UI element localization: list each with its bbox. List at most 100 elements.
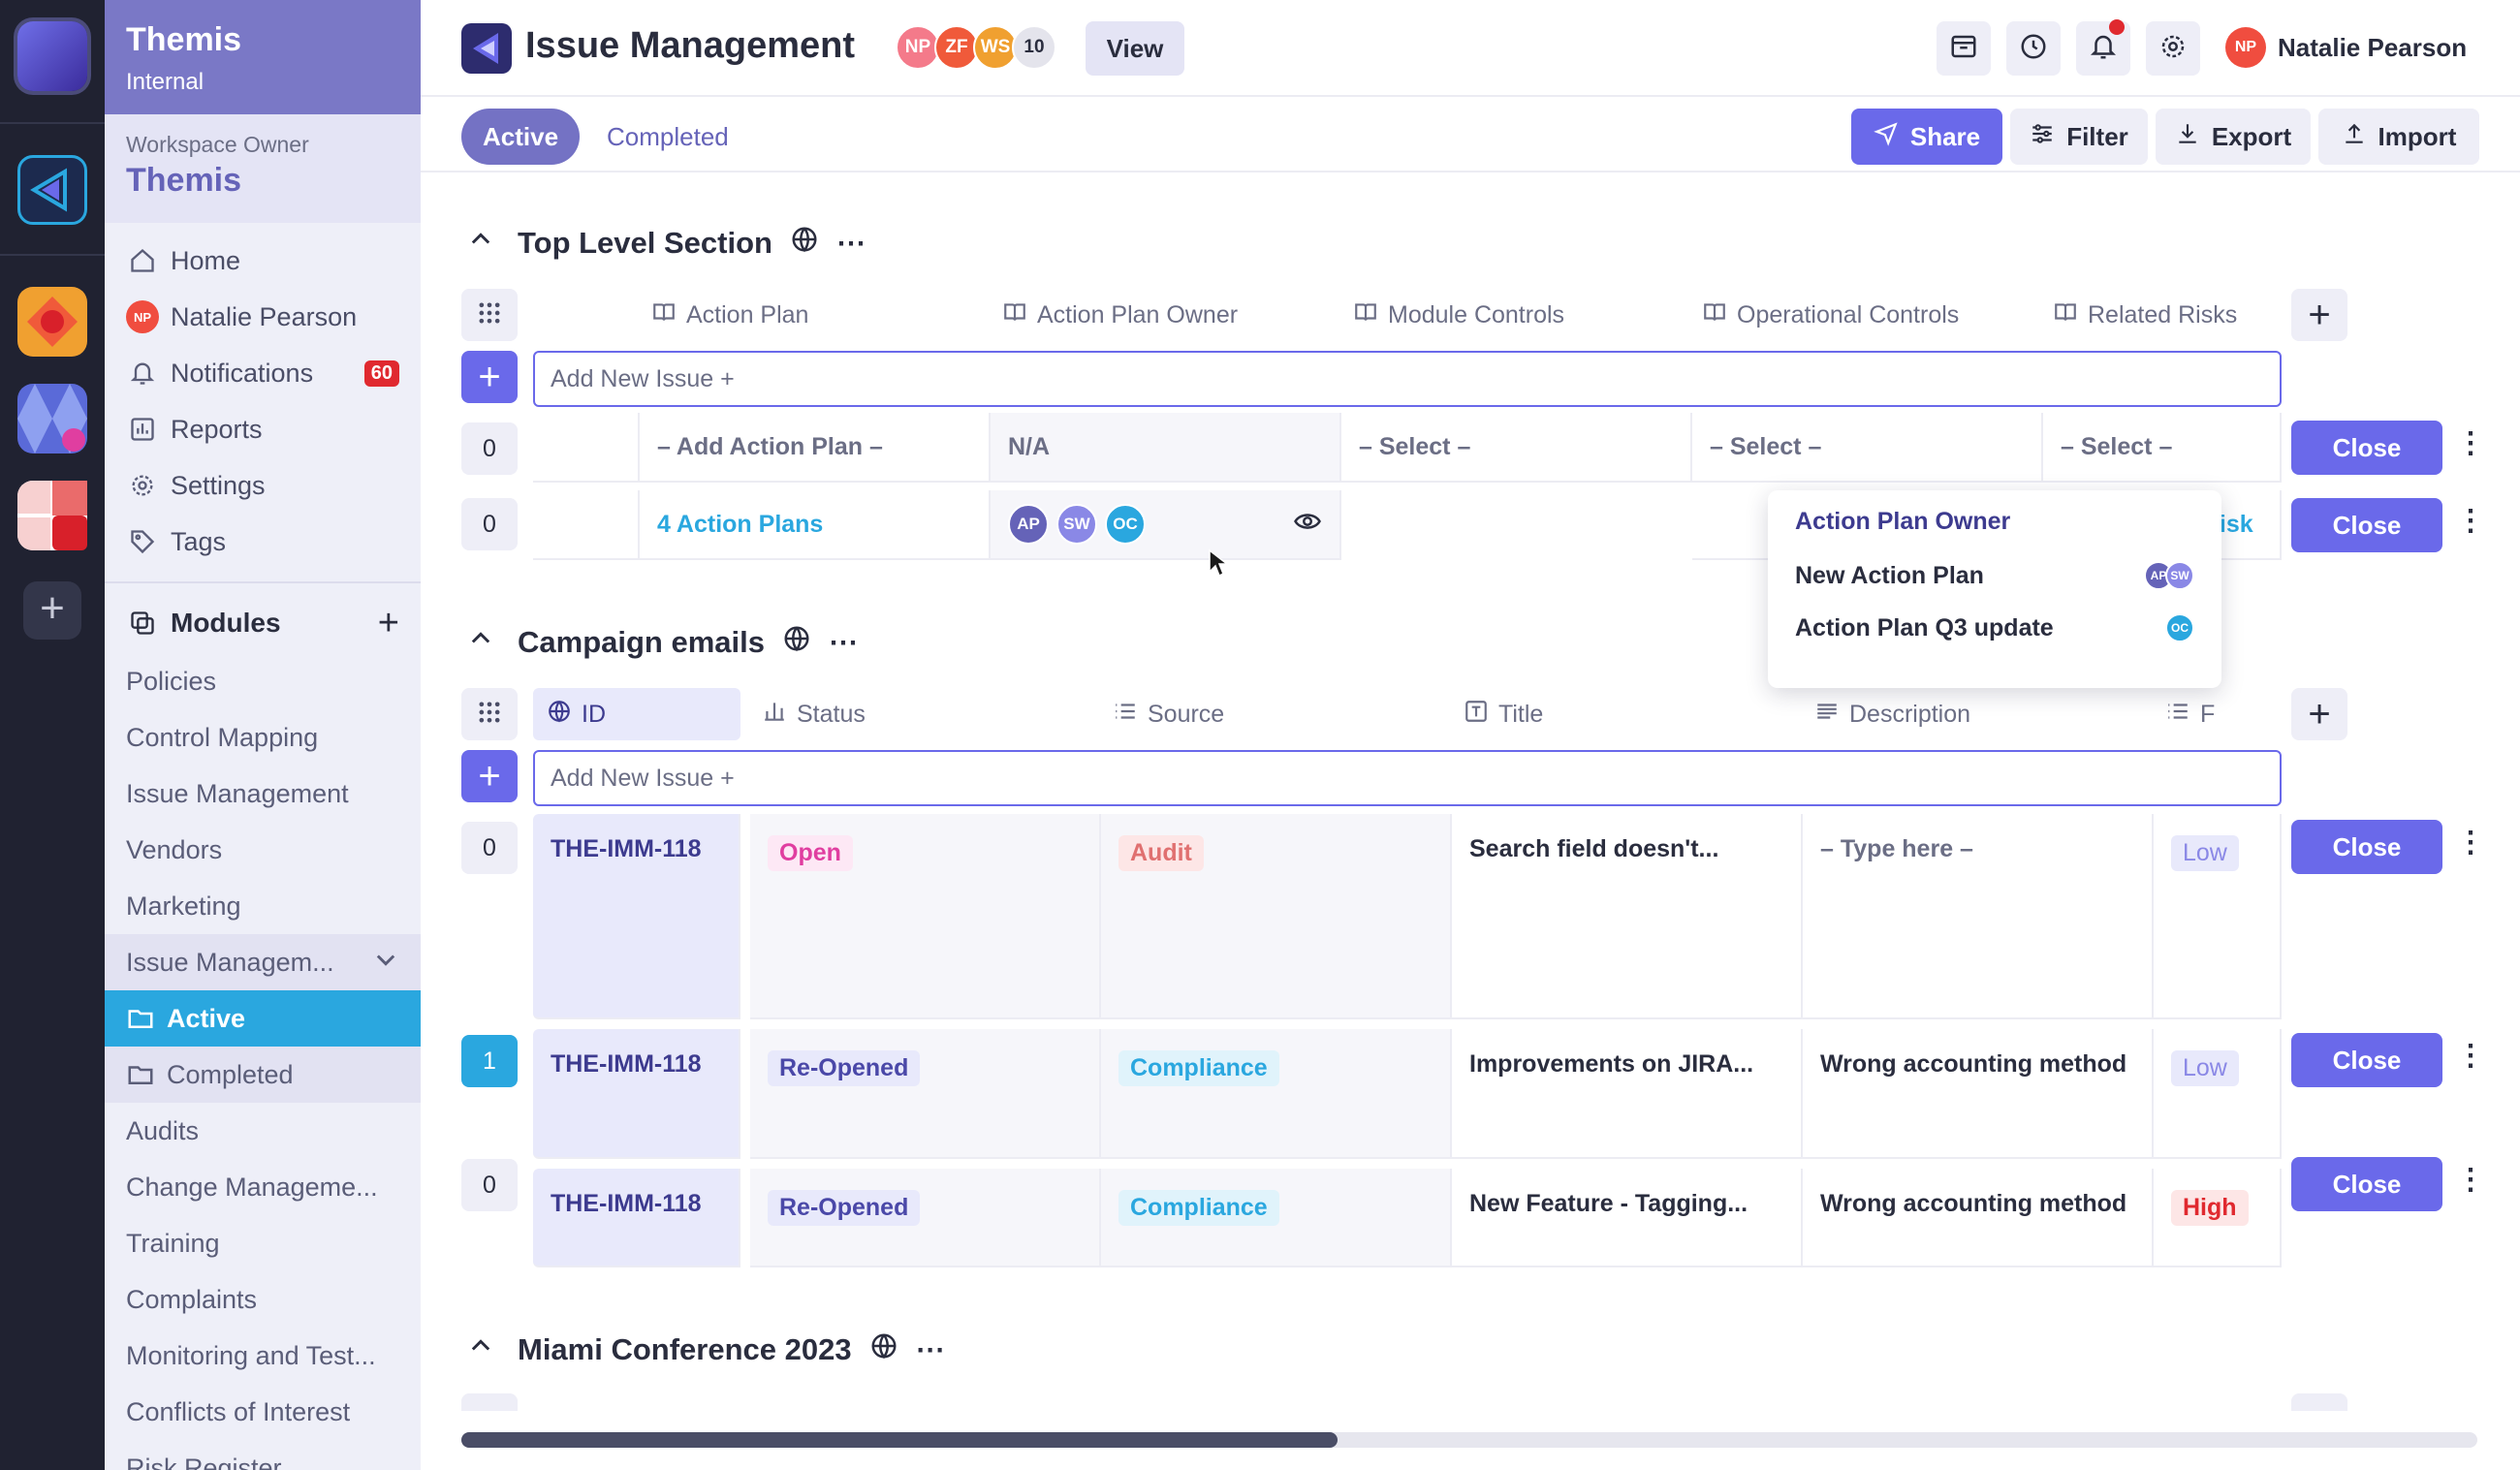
chevron-up-icon[interactable] xyxy=(461,625,500,660)
globe-icon[interactable] xyxy=(782,624,811,661)
workspace-red-icon[interactable] xyxy=(17,481,87,550)
add-new-issue-input[interactable]: Add New Issue + xyxy=(533,351,2282,407)
grid-menu-button[interactable] xyxy=(461,688,518,740)
status-cell[interactable]: Open xyxy=(750,814,1101,1019)
id-cell[interactable]: THE-IMM-118 xyxy=(533,814,740,1019)
tab-completed[interactable]: Completed xyxy=(585,109,750,165)
archive-button[interactable] xyxy=(1937,21,1991,76)
globe-icon[interactable] xyxy=(869,1331,898,1368)
module-item[interactable]: Conflicts of Interest xyxy=(105,1384,421,1440)
action-plan-cell[interactable]: – Add Action Plan – xyxy=(640,413,991,483)
module-item[interactable]: Audits xyxy=(105,1103,421,1159)
operational-controls-select[interactable]: – Select – xyxy=(1692,413,2043,483)
eye-icon[interactable] xyxy=(1293,507,1322,543)
import-button[interactable]: Import xyxy=(2318,109,2479,165)
action-plans-link[interactable]: 4 Action Plans xyxy=(657,511,823,539)
action-plan-cell[interactable]: 4 Action Plans xyxy=(640,490,991,560)
export-button[interactable]: Export xyxy=(2156,109,2311,165)
title-cell[interactable]: Search field doesn't... xyxy=(1452,814,1803,1019)
issue-id[interactable]: THE-IMM-118 xyxy=(551,835,702,863)
close-issue-button[interactable]: Close xyxy=(2291,498,2442,552)
status-cell[interactable]: Re-Opened xyxy=(750,1029,1101,1159)
module-item[interactable]: Issue Management xyxy=(105,766,421,822)
description-cell[interactable]: Wrong accounting method xyxy=(1803,1029,2154,1159)
chevron-up-icon[interactable] xyxy=(461,1332,500,1367)
title-cell[interactable]: Improvements on JIRA... xyxy=(1452,1029,1803,1159)
more-horizontal-icon[interactable]: ⋯ xyxy=(836,227,866,261)
add-column-button[interactable] xyxy=(2291,1393,2347,1411)
status-cell[interactable]: Re-Opened xyxy=(750,1169,1101,1267)
module-sub-completed[interactable]: Completed xyxy=(105,1047,421,1103)
source-cell[interactable]: Compliance xyxy=(1101,1029,1452,1159)
more-vertical-icon[interactable]: ⋮ xyxy=(2456,426,2485,460)
close-issue-button[interactable]: Close xyxy=(2291,421,2442,475)
module-item[interactable]: Policies xyxy=(105,653,421,709)
add-workspace-button[interactable]: + xyxy=(23,581,81,640)
more-vertical-icon[interactable]: ⋮ xyxy=(2456,826,2485,860)
column-header-action-plan-owner[interactable]: Action Plan Owner xyxy=(1002,289,1238,341)
grid-menu-button[interactable] xyxy=(461,1393,518,1411)
owner-cell[interactable]: AP SW OC xyxy=(991,490,1341,560)
add-column-button[interactable]: + xyxy=(2291,289,2347,341)
module-item[interactable]: Risk Register xyxy=(105,1440,421,1470)
scrollbar-thumb[interactable] xyxy=(461,1432,1338,1448)
add-row-button[interactable]: + xyxy=(461,750,518,802)
module-sub-active[interactable]: Active xyxy=(105,990,421,1047)
priority-cell[interactable]: High xyxy=(2154,1169,2282,1267)
module-item[interactable]: Marketing xyxy=(105,878,421,934)
source-cell[interactable]: Audit xyxy=(1101,814,1452,1019)
avatar-more-count[interactable]: 10 xyxy=(1012,25,1056,70)
nav-home[interactable]: Home xyxy=(105,233,421,289)
priority-cell[interactable]: Low xyxy=(2154,1029,2282,1159)
workspace-header[interactable]: Themis Internal xyxy=(105,0,421,114)
share-button[interactable]: Share xyxy=(1851,109,2002,165)
view-button[interactable]: View xyxy=(1086,21,1184,76)
module-item[interactable]: Monitoring and Test... xyxy=(105,1328,421,1384)
close-issue-button[interactable]: Close xyxy=(2291,820,2442,874)
user-menu[interactable]: NP Natalie Pearson xyxy=(2225,27,2467,68)
issue-id[interactable]: THE-IMM-118 xyxy=(551,1190,702,1218)
more-vertical-icon[interactable]: ⋮ xyxy=(2456,1039,2485,1073)
add-column-button[interactable]: + xyxy=(2291,688,2347,740)
column-header-source[interactable]: Source xyxy=(1113,688,1224,740)
filter-button[interactable]: Filter xyxy=(2010,109,2148,165)
add-new-issue-input[interactable]: Add New Issue + xyxy=(533,750,2282,806)
chevron-up-icon[interactable] xyxy=(461,226,500,261)
more-vertical-icon[interactable]: ⋮ xyxy=(2456,1163,2485,1197)
column-header-operational-controls[interactable]: Operational Controls xyxy=(1702,289,1959,341)
column-header-title[interactable]: Title xyxy=(1464,688,1543,740)
module-controls-select[interactable]: – Select – xyxy=(1341,413,1692,483)
nav-reports[interactable]: Reports xyxy=(105,401,421,457)
related-risks-select[interactable]: – Select – xyxy=(2043,413,2282,483)
module-item[interactable]: Training xyxy=(105,1215,421,1271)
close-issue-button[interactable]: Close xyxy=(2291,1033,2442,1087)
notifications-button[interactable] xyxy=(2076,19,2130,76)
nav-profile[interactable]: NP Natalie Pearson xyxy=(105,289,421,345)
close-issue-button[interactable]: Close xyxy=(2291,1157,2442,1211)
title-cell[interactable]: New Feature - Tagging... xyxy=(1452,1169,1803,1267)
module-item[interactable]: Vendors xyxy=(105,822,421,878)
module-item[interactable]: Change Manageme... xyxy=(105,1159,421,1215)
globe-icon[interactable] xyxy=(790,225,819,262)
priority-cell[interactable]: Low xyxy=(2154,814,2282,1019)
add-module-plus-icon[interactable]: + xyxy=(378,603,399,644)
column-header-priority[interactable]: F xyxy=(2165,688,2280,740)
column-header-action-plan[interactable]: Action Plan xyxy=(651,289,808,341)
collaborator-avatars[interactable]: NP ZF WS 10 xyxy=(896,25,1056,70)
id-cell[interactable]: THE-IMM-118 xyxy=(533,1169,740,1267)
add-row-button[interactable]: + xyxy=(461,351,518,403)
issue-id[interactable]: THE-IMM-118 xyxy=(551,1050,702,1079)
owner-cell[interactable]: N/A xyxy=(991,413,1341,483)
horizontal-scrollbar[interactable] xyxy=(461,1432,2477,1448)
module-item[interactable]: Control Mapping xyxy=(105,709,421,766)
nav-notifications[interactable]: Notifications 60 xyxy=(105,345,421,401)
description-cell[interactable]: – Type here – xyxy=(1803,814,2154,1019)
more-vertical-icon[interactable]: ⋮ xyxy=(2456,504,2485,538)
tab-active[interactable]: Active xyxy=(461,109,581,165)
nav-settings[interactable]: Settings xyxy=(105,457,421,514)
history-button[interactable] xyxy=(2006,21,2061,76)
chevron-down-icon[interactable] xyxy=(372,946,399,980)
settings-button[interactable] xyxy=(2146,21,2200,76)
id-cell[interactable]: THE-IMM-118 xyxy=(533,1029,740,1159)
description-cell[interactable]: Wrong accounting method xyxy=(1803,1169,2154,1267)
